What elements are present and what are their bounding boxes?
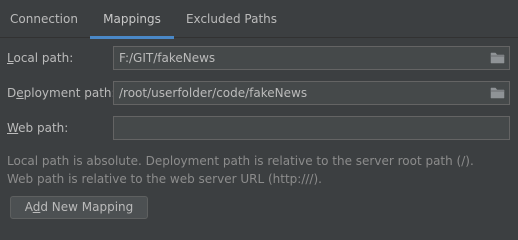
web-path-label: Web path:: [7, 116, 68, 140]
local-path-label-text: ocal path:: [13, 51, 74, 65]
web-path-label-text: eb path:: [18, 121, 69, 135]
hint-web-path: Web path is relative to the web server U…: [7, 172, 322, 186]
deployment-path-label-prefix: D: [7, 86, 17, 100]
tab-connection[interactable]: Connection: [0, 0, 88, 38]
deployment-path-label: Deployment path:: [7, 81, 116, 105]
tab-bar: Connection Mappings Excluded Paths: [0, 0, 518, 39]
add-mapping-label-text: d New Mapping: [40, 200, 134, 214]
web-path-row: Web path:: [0, 116, 518, 140]
tab-excluded-paths[interactable]: Excluded Paths: [174, 0, 289, 38]
local-path-row: Local path: F:/GIT/fakeNews: [0, 46, 518, 70]
deployment-path-label-text: ployment path:: [23, 86, 116, 100]
tab-mappings[interactable]: Mappings: [90, 0, 174, 39]
add-new-mapping-button[interactable]: Add New Mapping: [10, 196, 148, 219]
web-path-label-mnemonic: W: [7, 121, 19, 135]
tab-mappings-label: Mappings: [103, 12, 161, 26]
deployment-path-label-mnemonic: e: [16, 86, 24, 100]
local-path-value: F:/GIT/fakeNews: [119, 51, 216, 65]
deployment-path-row: Deployment path: /root/userfolder/code/f…: [0, 81, 518, 105]
folder-icon[interactable]: [490, 86, 505, 100]
hint-local-deployment: Local path is absolute. Deployment path …: [7, 154, 474, 168]
deployment-path-input[interactable]: /root/userfolder/code/fakeNews: [113, 81, 510, 105]
web-path-input[interactable]: [113, 116, 510, 140]
deployment-path-value: /root/userfolder/code/fakeNews: [119, 86, 308, 100]
local-path-input[interactable]: F:/GIT/fakeNews: [113, 46, 510, 70]
folder-icon[interactable]: [490, 51, 505, 65]
local-path-label: Local path:: [7, 46, 73, 70]
active-tab-indicator: [90, 36, 174, 39]
add-mapping-label-prefix: A: [24, 200, 33, 214]
